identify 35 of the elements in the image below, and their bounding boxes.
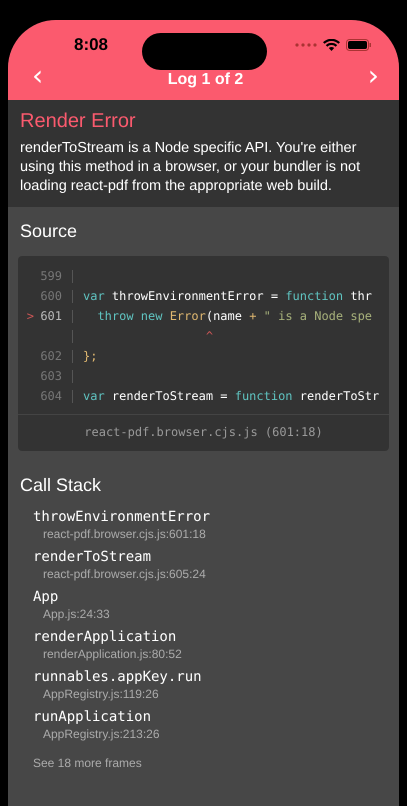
line-number: 600 — [39, 289, 62, 303]
frame-function-name[interactable]: throwEnvironmentError — [33, 508, 210, 527]
frame-location: AppRegistry.js:119:26 — [43, 687, 159, 702]
line-number: 601 — [39, 309, 62, 323]
frame-function-name[interactable]: runnables.appKey.run — [33, 668, 202, 687]
line-number: 602 — [39, 349, 62, 363]
frame-function-name[interactable]: renderToStream — [33, 548, 152, 567]
frame-location: App.js:24:33 — [43, 607, 110, 622]
line-number: 603 — [39, 369, 62, 383]
log-title: Log 1 of 2 — [168, 71, 244, 89]
current-line-marker: > — [26, 309, 34, 323]
frame-function-name[interactable]: runApplication — [33, 708, 152, 727]
error-message: renderToStream is a Node specific API. You're either using this method in a browser, or your bundler is not loading react-pdf from the appropriate web build. — [20, 139, 362, 196]
frame-function-name[interactable]: App — [33, 588, 58, 607]
frame-location: react-pdf.browser.cjs.js:605:24 — [43, 567, 206, 582]
error-title: Render Error — [20, 110, 137, 133]
frame-location: AppRegistry.js:213:26 — [43, 727, 160, 742]
source-file-location: react-pdf.browser.cjs.js (601:18) — [18, 414, 389, 451]
signal-icon — [295, 43, 317, 47]
frame-location: renderApplication.js:80:52 — [43, 647, 182, 662]
call-stack-heading: Call Stack — [20, 475, 102, 496]
line-number: 599 — [39, 269, 62, 283]
code-line: 600 var throwEnvironmentError = function thr — [18, 286, 389, 306]
error-caret: ^ — [204, 329, 214, 343]
code-line: 602 }; — [18, 346, 389, 366]
code-line: > 601 throw new Error(name + " is a Node spe — [18, 306, 389, 326]
source-heading: Source — [20, 221, 78, 242]
line-number: 604 — [39, 389, 62, 403]
wifi-icon — [323, 39, 340, 51]
frame-location: react-pdf.browser.cjs.js:601:18 — [43, 527, 206, 542]
more-frames-link[interactable]: See 18 more frames — [33, 756, 142, 770]
frame-function-name[interactable]: renderApplication — [33, 628, 176, 647]
battery-icon — [346, 39, 372, 51]
code-line: 604 var renderToStream = function renderToStr — [18, 386, 389, 406]
status-time: 8:08 — [72, 35, 110, 55]
